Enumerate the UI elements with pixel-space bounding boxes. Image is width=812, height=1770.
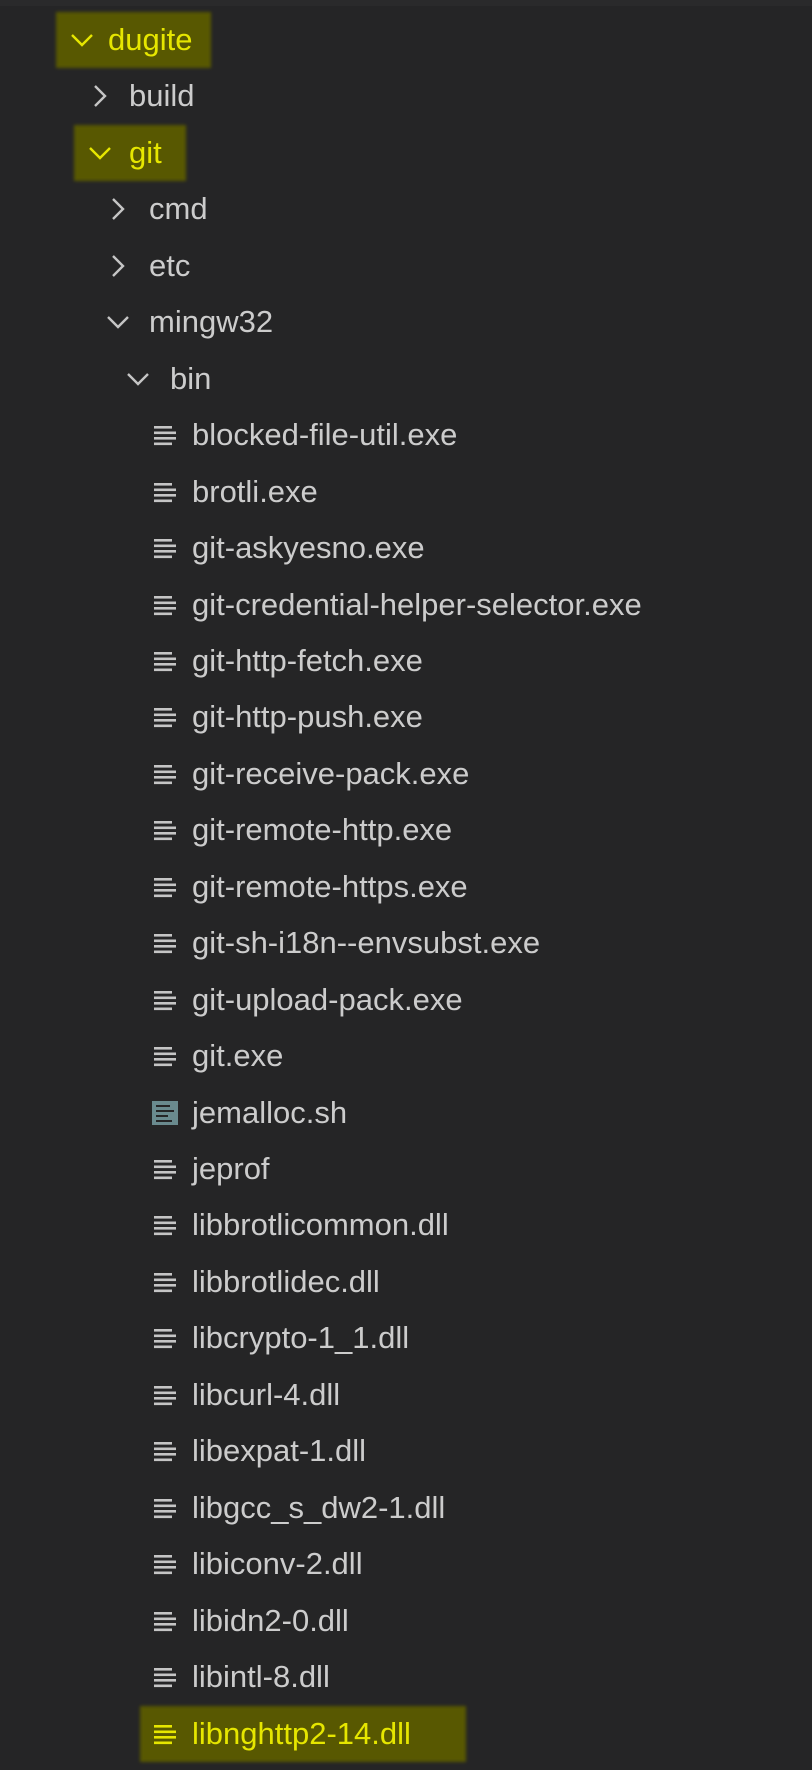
file-label: libidn2-0.dll	[192, 1602, 349, 1638]
folder-label: mingw32	[149, 304, 274, 340]
lines-file-icon	[152, 972, 180, 1028]
tree-file-row[interactable]: libintl-8.dll	[0, 1649, 812, 1705]
lines-file-icon	[152, 859, 180, 915]
lines-file-icon	[152, 1706, 180, 1762]
tree-file-row[interactable]: libbrotlicommon.dll	[0, 1197, 812, 1253]
file-label: jeprof	[192, 1151, 270, 1186]
tree-file-row[interactable]: jemalloc.sh	[0, 1085, 812, 1141]
tree-file-row[interactable]: libexpat-1.dll	[0, 1423, 812, 1479]
lines-file-icon	[152, 1310, 180, 1366]
folder-label: etc	[149, 247, 191, 283]
lines-file-icon	[152, 1480, 180, 1536]
lines-file-icon	[152, 689, 180, 745]
tree-file-row[interactable]: jeprof	[0, 1141, 812, 1197]
lines-file-icon	[152, 464, 180, 520]
lines-file-icon	[152, 1367, 180, 1423]
tree-folder-row[interactable]: build	[0, 68, 812, 124]
tree-folder-row[interactable]: cmd	[0, 181, 812, 237]
file-label: git-remote-https.exe	[192, 868, 468, 904]
file-label: git-sh-i18n--envsubst.exe	[192, 925, 541, 961]
file-label: blocked-file-util.exe	[192, 417, 458, 453]
lines-file-icon	[152, 802, 180, 858]
file-label: git-http-fetch.exe	[192, 642, 423, 678]
folder-label: bin	[170, 360, 212, 396]
lines-file-icon	[152, 1536, 180, 1592]
file-label: libbrotlidec.dll	[192, 1263, 380, 1299]
file-label: git-receive-pack.exe	[192, 755, 470, 791]
file-label: git-credential-helper-selector.exe	[192, 586, 642, 622]
file-explorer-tree: dugite build git cmd etc mingw32 bin blocked-fi…	[0, 0, 812, 1770]
tree-file-row[interactable]: libgcc_s_dw2-1.dll	[0, 1480, 812, 1536]
tree-folder-row[interactable]: etc	[0, 238, 812, 294]
lines-file-icon	[152, 633, 180, 689]
folder-label: cmd	[149, 191, 208, 227]
explorer-top-edge	[0, 0, 812, 6]
tree-folder-row[interactable]: bin	[0, 351, 812, 407]
tree-file-row[interactable]: git-sh-i18n--envsubst.exe	[0, 915, 812, 971]
tree-file-row[interactable]: libnghttp2-14.dll	[0, 1705, 812, 1762]
tree-file-row[interactable]: blocked-file-util.exe	[0, 407, 812, 463]
file-label: libintl-8.dll	[192, 1659, 330, 1695]
file-label: libcurl-4.dll	[192, 1376, 341, 1412]
file-label: jemalloc.sh	[192, 1094, 348, 1130]
file-label: git-askyesno.exe	[192, 530, 425, 566]
lines-file-icon	[152, 1028, 180, 1084]
file-label: libbrotlicommon.dll	[192, 1207, 449, 1243]
folder-label: build	[129, 78, 195, 114]
shell-script-icon	[152, 1085, 180, 1141]
file-label: git-upload-pack.exe	[192, 981, 463, 1017]
file-label: libnghttp2-14.dll	[192, 1715, 411, 1751]
tree-file-row[interactable]: git-askyesno.exe	[0, 520, 812, 576]
tree-file-row[interactable]: libidn2-0.dll	[0, 1593, 812, 1649]
chevron-right-icon[interactable]	[104, 181, 132, 237]
folder-label: dugite	[108, 22, 193, 57]
lines-file-icon	[152, 1649, 180, 1705]
tree-file-row[interactable]: git-http-push.exe	[0, 689, 812, 745]
lines-file-icon	[152, 407, 180, 463]
lines-file-icon	[152, 746, 180, 802]
tree-file-row[interactable]: brotli.exe	[0, 464, 812, 520]
tree-folder-row[interactable]: dugite	[0, 12, 812, 68]
chevron-right-icon[interactable]	[104, 238, 132, 294]
chevron-right-icon[interactable]	[86, 68, 114, 124]
lines-file-icon	[152, 1197, 180, 1253]
tree-file-row[interactable]: git.exe	[0, 1028, 812, 1084]
lines-file-icon	[152, 1254, 180, 1310]
lines-file-icon	[152, 915, 180, 971]
chevron-down-icon[interactable]	[124, 351, 152, 407]
chevron-down-icon[interactable]	[86, 125, 114, 181]
tree-folder-row[interactable]: mingw32	[0, 294, 812, 350]
file-label: git-remote-http.exe	[192, 812, 453, 848]
file-label: libcrypto-1_1.dll	[192, 1320, 410, 1356]
tree-file-row[interactable]: git-remote-https.exe	[0, 859, 812, 915]
file-label: brotli.exe	[192, 473, 318, 509]
tree-file-row[interactable]: git-upload-pack.exe	[0, 972, 812, 1028]
lines-file-icon	[152, 1423, 180, 1479]
file-label: libexpat-1.dll	[192, 1433, 367, 1469]
file-label: libgcc_s_dw2-1.dll	[192, 1489, 446, 1525]
tree-file-row[interactable]: git-receive-pack.exe	[0, 746, 812, 802]
lines-file-icon	[152, 1593, 180, 1649]
tree-file-row[interactable]: libiconv-2.dll	[0, 1536, 812, 1592]
chevron-down-icon[interactable]	[68, 12, 96, 68]
chevron-down-icon[interactable]	[104, 294, 132, 350]
file-label: git.exe	[192, 1038, 284, 1074]
tree-file-row[interactable]: libcrypto-1_1.dll	[0, 1310, 812, 1366]
folder-label: git	[129, 134, 162, 170]
lines-file-icon	[152, 577, 180, 633]
lines-file-icon	[152, 520, 180, 576]
tree-file-row[interactable]: git-http-fetch.exe	[0, 633, 812, 689]
tree-file-row[interactable]: git-remote-http.exe	[0, 802, 812, 858]
file-label: git-http-push.exe	[192, 699, 423, 735]
tree-file-row[interactable]: git-credential-helper-selector.exe	[0, 577, 812, 633]
lines-file-icon	[152, 1141, 180, 1197]
tree-folder-row[interactable]: git	[0, 124, 812, 181]
tree-file-row[interactable]: libbrotlidec.dll	[0, 1254, 812, 1310]
tree-file-row[interactable]: libcurl-4.dll	[0, 1367, 812, 1423]
file-label: libiconv-2.dll	[192, 1546, 363, 1582]
